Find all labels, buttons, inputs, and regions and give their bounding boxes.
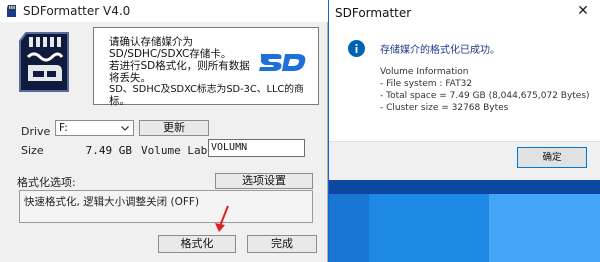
title-bar: SDFormatter V4.0 xyxy=(0,0,328,22)
chevron-down-icon xyxy=(121,126,129,131)
format-options-label: 格式化选项: xyxy=(17,176,76,189)
dialog-message: 存储媒介的格式化已成功。 xyxy=(380,45,500,56)
volume-label-input[interactable]: VOLUMN xyxy=(208,139,305,157)
finish-button[interactable]: 完成 xyxy=(247,235,317,253)
drive-value: F: xyxy=(59,122,68,134)
info-line: SD、SDHC及SDXC标志为SD-3C、LLC的商 xyxy=(109,84,304,95)
red-arrow-icon xyxy=(215,205,229,232)
format-options-box: 快速格式化, 逻辑大小调整关闭 (OFF) xyxy=(19,190,313,223)
info-icon xyxy=(348,40,365,57)
close-icon[interactable]: ✕ xyxy=(572,3,594,19)
volume-information: Volume Information - File system : FAT32… xyxy=(380,66,590,114)
format-options-text: 快速格式化, 逻辑大小调整关闭 (OFF) xyxy=(24,196,200,208)
volume-info-line: Volume Information xyxy=(380,67,469,77)
desktop-band xyxy=(489,194,600,262)
volume-info-line: - Total space = 7.49 GB (8,044,675,072 B… xyxy=(380,91,590,101)
drive-select[interactable]: F: xyxy=(55,120,134,136)
volume-info-line: - Cluster size = 32768 Bytes xyxy=(380,103,509,113)
volume-info-line: - File system : FAT32 xyxy=(380,79,473,89)
format-button[interactable]: 格式化 xyxy=(158,235,236,253)
ok-button[interactable]: 确定 xyxy=(517,147,587,168)
info-panel: 请确认存储媒介为 SD/SDHC/SDXC存储卡。 若进行SD格式化，则所有数据… xyxy=(93,27,319,107)
refresh-button[interactable]: 更新 xyxy=(139,120,209,136)
option-settings-button[interactable]: 选项设置 xyxy=(215,173,313,189)
sd-card-icon xyxy=(19,32,69,92)
desktop-band xyxy=(329,180,600,194)
info-line: 请确认存储媒介为 xyxy=(109,36,193,48)
info-line: 标。 xyxy=(109,95,130,107)
sdformatter-window: SDFormatter V4.0 请确认存储媒介为 SD/SDHC/SDXC存储… xyxy=(0,0,328,262)
info-line: SD/SDHC/SDXC存储卡。 xyxy=(109,48,232,60)
dialog-title: SDFormatter xyxy=(335,6,412,20)
sd-logo-icon xyxy=(259,54,306,71)
desktop-background xyxy=(329,180,600,262)
info-line: 若进行SD格式化，则所有数据 xyxy=(109,60,250,72)
window-title: SDFormatter V4.0 xyxy=(23,4,131,18)
size-value: 7.49 GB xyxy=(85,144,132,157)
size-label: Size xyxy=(21,144,44,157)
drive-label: Drive xyxy=(21,125,51,138)
desktop-band xyxy=(369,194,489,262)
sd-card-app-icon xyxy=(7,5,16,17)
info-line: 将丢失。 xyxy=(109,72,151,84)
